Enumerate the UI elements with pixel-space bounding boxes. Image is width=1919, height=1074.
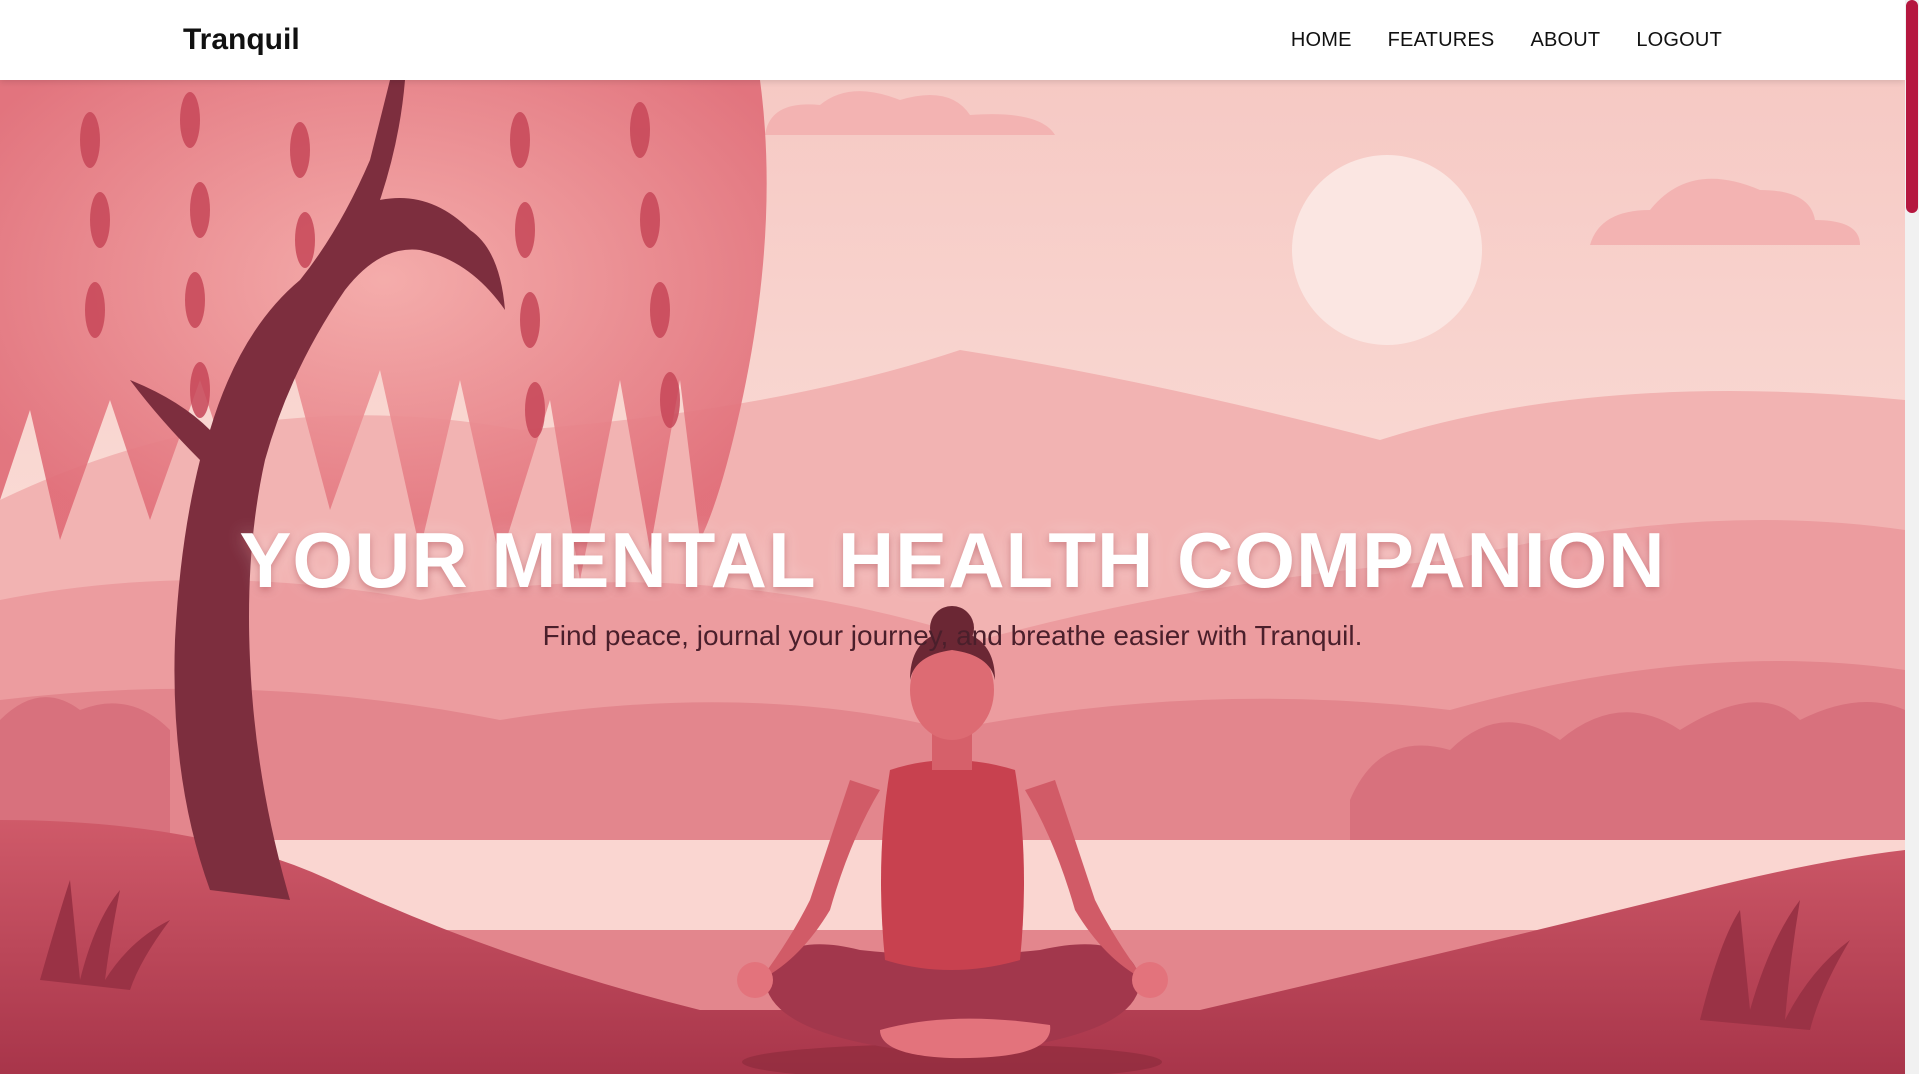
nav-link-home[interactable]: HOME [1291, 29, 1352, 51]
nav-link-features[interactable]: FEATURES [1388, 29, 1495, 51]
nav-item-about: ABOUT [1530, 24, 1600, 56]
hero-title: YOUR MENTAL HEALTH COMPANION [239, 516, 1666, 604]
scrollbar-thumb[interactable] [1906, 0, 1918, 213]
nav-item-features: FEATURES [1388, 24, 1495, 56]
sun [1292, 155, 1482, 345]
nav-item-home: HOME [1291, 24, 1352, 56]
top-navbar: Tranquil HOME FEATURES ABOUT LOGOUT [0, 0, 1905, 80]
nav-link-about[interactable]: ABOUT [1530, 29, 1600, 51]
bushes-left [0, 697, 170, 840]
hero-section: YOUR MENTAL HEALTH COMPANION Find peace,… [0, 80, 1905, 1074]
hero-subtitle: Find peace, journal your journey, and br… [542, 620, 1363, 651]
brand-logo[interactable]: Tranquil [183, 20, 300, 60]
page: Tranquil HOME FEATURES ABOUT LOGOUT YOUR… [0, 0, 1919, 1074]
nav-item-logout: LOGOUT [1636, 24, 1722, 56]
page-scrollbar[interactable] [1905, 0, 1919, 1074]
nav-links: HOME FEATURES ABOUT LOGOUT [1291, 24, 1722, 56]
nav-link-logout[interactable]: LOGOUT [1636, 29, 1722, 51]
